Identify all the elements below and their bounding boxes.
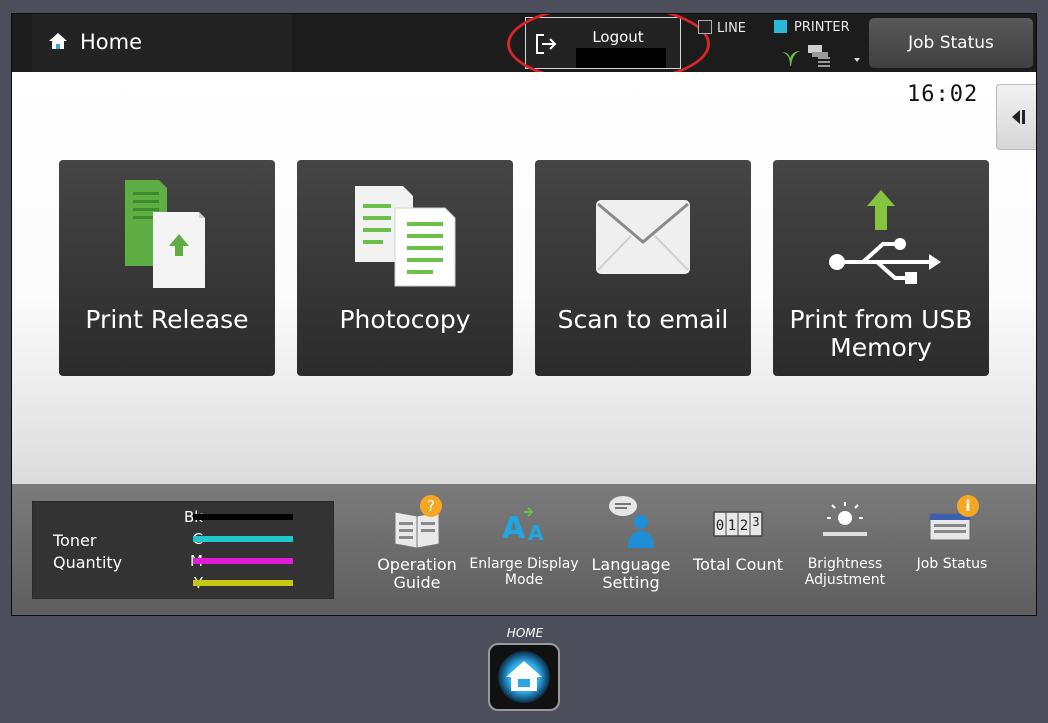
tool-label: Operation Guide (377, 555, 457, 592)
home-main-area: 16:02 Print Release Photocopy Scan to em… (12, 72, 1036, 484)
job-status-button[interactable]: Job Status (869, 18, 1033, 68)
top-bar: Home Logout LINE PRINTER Job Status (12, 14, 1036, 84)
tile-label: Print from USB Memory (789, 305, 973, 362)
toner-bar-m (193, 558, 293, 564)
tile-print-release[interactable]: Print Release (59, 160, 275, 376)
tool-label: Job Status (916, 556, 988, 572)
language-setting-icon (609, 496, 654, 548)
physical-home-button[interactable] (488, 643, 560, 711)
svg-text:2: 2 (740, 518, 748, 534)
tool-label: Language Setting (591, 555, 671, 592)
side-panel-toggle[interactable] (996, 84, 1036, 150)
tool-label: Total Count (693, 555, 783, 574)
home-icon (49, 33, 67, 49)
logout-icon (536, 34, 557, 54)
brightness-adjustment-button[interactable]: Brightness Adjustment (790, 494, 900, 614)
eco-printer-icon (782, 45, 860, 67)
enlarge-display-mode-button[interactable]: A A Enlarge Display Mode (469, 494, 579, 614)
toner-row-c: C (153, 530, 323, 548)
svg-text:0: 0 (716, 518, 724, 534)
logout-button[interactable]: Logout (525, 17, 681, 69)
toner-row-bk: Bk (153, 508, 323, 526)
svg-text:A: A (528, 521, 544, 545)
line-label: LINE (717, 21, 747, 36)
tile-print-from-usb[interactable]: Print from USB Memory (773, 160, 989, 376)
bottom-bar: Toner Quantity Bk C M Y (12, 484, 1036, 615)
operation-guide-icon: ? (394, 495, 442, 549)
language-setting-button[interactable]: Language Setting (576, 494, 686, 614)
line-status-box (698, 20, 712, 34)
tool-label: Enlarge Display Mode (469, 556, 579, 588)
toner-bar-y (193, 580, 293, 586)
svg-text:?: ? (427, 497, 435, 515)
printer-indicator: PRINTER (774, 20, 860, 67)
toner-bar-bk (193, 514, 293, 520)
collapse-arrow-icon (1012, 110, 1025, 124)
print-release-icon (125, 180, 205, 288)
operation-guide-button[interactable]: ? Operation Guide (362, 494, 472, 614)
printer-status-box (774, 20, 787, 33)
home-tab[interactable]: Home (32, 14, 292, 72)
tile-photocopy[interactable]: Photocopy (297, 160, 513, 376)
enlarge-display-icon: A A (502, 507, 544, 546)
svg-text:i: i (965, 497, 970, 515)
toner-bar-c (193, 536, 293, 542)
home-icon (498, 651, 550, 703)
svg-text:3: 3 (752, 515, 759, 529)
svg-text:A: A (502, 511, 526, 546)
tile-label: Photocopy (339, 305, 471, 334)
toner-row-m: M (153, 552, 323, 570)
envelope-icon (596, 200, 690, 274)
usb-icon (829, 190, 941, 284)
job-status-tool-button[interactable]: i Job Status (897, 494, 1007, 614)
tile-label: Print Release (85, 305, 249, 334)
printer-label: PRINTER (794, 20, 850, 35)
logout-label: Logout (592, 28, 644, 46)
photocopy-icon (355, 186, 456, 287)
physical-home-label: HOME (506, 626, 544, 640)
toner-title: Toner Quantity (53, 531, 123, 572)
brightness-icon (823, 502, 867, 536)
home-title: Home (80, 30, 143, 54)
toner-row-y: Y (153, 574, 323, 592)
line-indicator: LINE (698, 20, 746, 36)
svg-text:1: 1 (728, 518, 736, 534)
tile-label: Scan to email (557, 305, 729, 334)
tile-scan-to-email[interactable]: Scan to email (535, 160, 751, 376)
tool-label: Brightness Adjustment (804, 556, 886, 588)
job-status-icon: i (929, 495, 979, 541)
username-redaction (576, 48, 666, 68)
touch-screen: Home Logout LINE PRINTER Job Status 16:0… (11, 13, 1037, 616)
toner-quantity-panel: Toner Quantity Bk C M Y (32, 501, 334, 599)
total-count-button[interactable]: 0 1 2 3 Total Count (683, 494, 793, 614)
total-count-icon: 0 1 2 3 (713, 511, 763, 537)
clock: 16:02 (907, 82, 979, 107)
